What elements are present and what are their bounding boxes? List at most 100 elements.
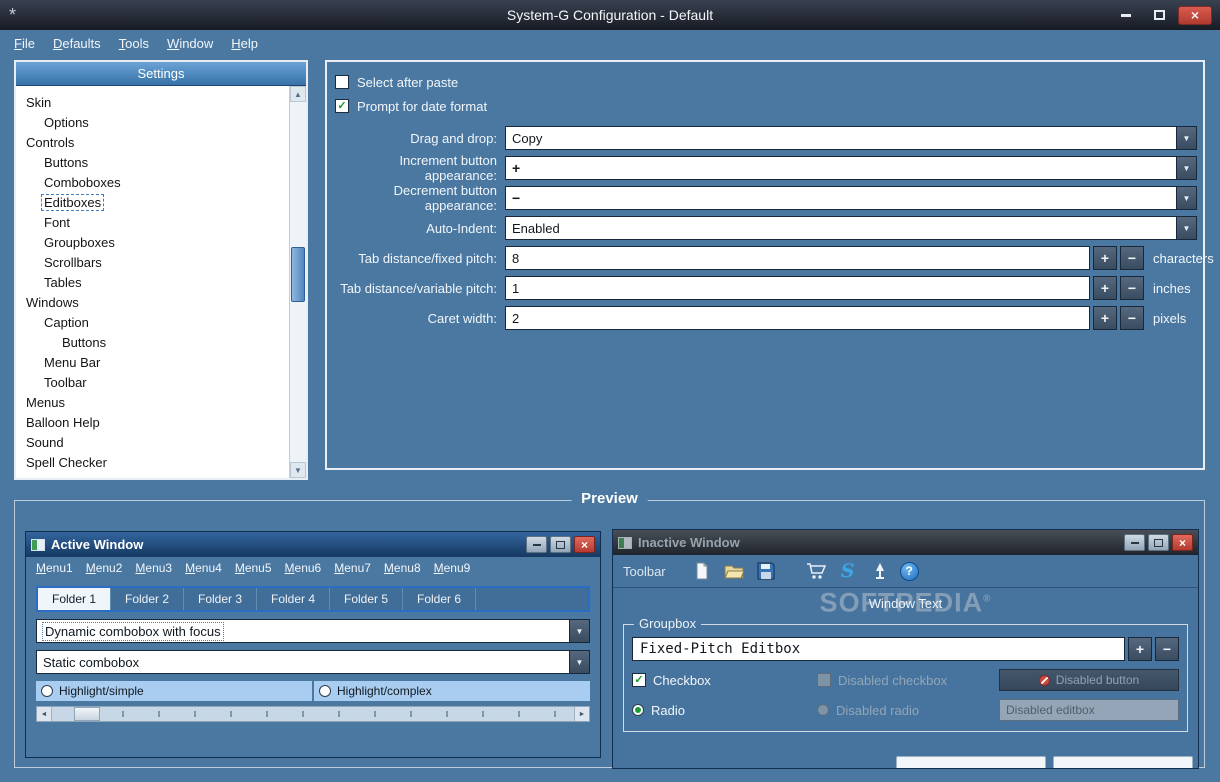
scroll-down-button[interactable]: ▼ — [290, 462, 306, 478]
menu-item-8[interactable]: Menu8 — [384, 561, 421, 575]
caret-width-minus-button[interactable]: − — [1120, 306, 1144, 330]
tree-item-options[interactable]: Options — [16, 113, 289, 133]
tree-item-spell-checker[interactable]: Spell Checker — [16, 453, 289, 473]
preview-checkbox[interactable]: ✓ — [632, 673, 646, 687]
tree-item-menu-bar[interactable]: Menu Bar — [16, 353, 289, 373]
lamp-icon[interactable] — [868, 558, 892, 584]
menu-item-2[interactable]: Menu2 — [86, 561, 123, 575]
tree-item-comboboxes[interactable]: Comboboxes — [16, 173, 289, 193]
help-icon[interactable]: ? — [899, 561, 919, 581]
close-button[interactable]: × — [1178, 5, 1212, 25]
tree-item-menus[interactable]: Menus — [16, 393, 289, 413]
slider-left-arrow[interactable]: ◄ — [37, 707, 52, 721]
caret-width-input[interactable]: 2 — [505, 306, 1090, 330]
menu-item-5[interactable]: Menu5 — [235, 561, 272, 575]
highlight-simple-option[interactable]: Highlight/simple — [36, 681, 312, 701]
chevron-down-icon[interactable]: ▼ — [569, 651, 589, 673]
new-document-icon[interactable] — [690, 558, 714, 584]
preview-slider[interactable]: ◄ ► — [36, 706, 590, 722]
tree-item-controls[interactable]: Controls — [16, 133, 289, 153]
tab-variable-plus-button[interactable]: + — [1093, 276, 1117, 300]
tree-item-font[interactable]: Font — [16, 213, 289, 233]
tree-item-scrollbars[interactable]: Scrollbars — [16, 253, 289, 273]
tree-item-skin[interactable]: Skin — [16, 93, 289, 113]
s-logo-icon[interactable]: S — [836, 558, 860, 584]
tree-item-balloon-help[interactable]: Balloon Help — [16, 413, 289, 433]
highlight-complex-option[interactable]: Highlight/complex — [314, 681, 590, 701]
tree-item-editboxes[interactable]: Editboxes — [16, 193, 289, 213]
caret-width-plus-button[interactable]: + — [1093, 306, 1117, 330]
menu-item-4[interactable]: Menu4 — [185, 561, 222, 575]
menu-window[interactable]: Window — [167, 36, 213, 51]
tab-fixed-plus-button[interactable]: + — [1093, 246, 1117, 270]
tree-item-caption[interactable]: Caption — [16, 313, 289, 333]
preview-radio[interactable] — [632, 704, 644, 716]
cart-icon[interactable] — [804, 558, 828, 584]
tree-item-tables[interactable]: Tables — [16, 273, 289, 293]
tab-fixed-input[interactable]: 8 — [505, 246, 1090, 270]
increment-appearance-dropdown[interactable]: + ▼ — [505, 156, 1197, 180]
partial-control[interactable] — [1053, 756, 1193, 768]
settings-scrollbar[interactable]: ▲ ▼ — [289, 86, 306, 478]
tab-folder-2[interactable]: Folder 2 — [111, 588, 184, 610]
tree-item-buttons[interactable]: Buttons — [16, 153, 289, 173]
open-folder-icon[interactable] — [722, 558, 746, 584]
tab-folder-3[interactable]: Folder 3 — [184, 588, 257, 610]
tree-item-groupboxes[interactable]: Groupboxes — [16, 233, 289, 253]
tab-variable-minus-button[interactable]: − — [1120, 276, 1144, 300]
select-after-paste-checkbox[interactable] — [335, 75, 349, 89]
tree-item-toolbar[interactable]: Toolbar — [16, 373, 289, 393]
tab-folder-4[interactable]: Folder 4 — [257, 588, 330, 610]
slider-right-arrow[interactable]: ► — [574, 707, 589, 721]
partial-control[interactable] — [896, 756, 1046, 768]
scrollbar-thumb[interactable] — [291, 247, 305, 302]
tree-item-windows[interactable]: Windows — [16, 293, 289, 313]
decrement-appearance-dropdown[interactable]: − ▼ — [505, 186, 1197, 210]
chevron-down-icon[interactable]: ▼ — [1176, 157, 1196, 179]
maximize-button[interactable] — [550, 536, 571, 553]
minimize-button[interactable] — [526, 536, 547, 553]
fixed-pitch-editbox[interactable]: Fixed-Pitch Editbox — [632, 637, 1125, 661]
menu-item-9[interactable]: Menu9 — [434, 561, 471, 575]
tree-item-caption-buttons[interactable]: Buttons — [16, 333, 289, 353]
tab-folder-1[interactable]: Folder 1 — [38, 588, 111, 610]
prompt-date-format-checkbox[interactable]: ✓ — [335, 99, 349, 113]
tab-fixed-minus-button[interactable]: − — [1120, 246, 1144, 270]
close-button[interactable]: × — [1172, 534, 1193, 551]
menu-item-6[interactable]: Menu6 — [285, 561, 322, 575]
menu-help[interactable]: Help — [231, 36, 258, 51]
scroll-up-button[interactable]: ▲ — [290, 86, 306, 102]
tab-variable-input[interactable]: 1 — [505, 276, 1090, 300]
menu-item-7[interactable]: Menu7 — [334, 561, 371, 575]
chevron-down-icon[interactable]: ▼ — [1176, 127, 1196, 149]
dynamic-combobox[interactable]: Dynamic combobox with focus ▼ — [36, 619, 590, 643]
maximize-button[interactable] — [1148, 534, 1169, 551]
static-combobox[interactable]: Static combobox ▼ — [36, 650, 590, 674]
active-window-titlebar[interactable]: Active Window × — [26, 532, 600, 557]
inactive-window-titlebar[interactable]: Inactive Window × — [613, 530, 1198, 555]
menu-tools[interactable]: Tools — [119, 36, 149, 51]
menu-defaults[interactable]: Defaults — [53, 36, 101, 51]
auto-indent-dropdown[interactable]: Enabled ▼ — [505, 216, 1197, 240]
chevron-down-icon[interactable]: ▼ — [569, 620, 589, 642]
menu-item-1[interactable]: Menu1 — [36, 561, 73, 575]
tree-item-sound[interactable]: Sound — [16, 433, 289, 453]
minimize-button[interactable] — [1124, 534, 1145, 551]
maximize-button[interactable] — [1145, 6, 1173, 25]
chevron-down-icon[interactable]: ▼ — [1176, 187, 1196, 209]
close-button[interactable]: × — [574, 536, 595, 553]
chevron-down-icon[interactable]: ▼ — [1176, 217, 1196, 239]
menu-item-3[interactable]: Menu3 — [135, 561, 172, 575]
menu-file[interactable]: File — [14, 36, 35, 51]
drag-drop-dropdown[interactable]: Copy ▼ — [505, 126, 1197, 150]
scrollbar-track[interactable] — [290, 102, 306, 462]
slider-track[interactable] — [52, 707, 574, 721]
editbox-plus-button[interactable]: + — [1128, 637, 1152, 661]
active-window-preview: Active Window × Menu1 Menu2 Menu3 Menu4 … — [25, 531, 601, 758]
tab-folder-6[interactable]: Folder 6 — [403, 588, 476, 610]
minimize-button[interactable] — [1112, 6, 1140, 25]
editbox-minus-button[interactable]: − — [1155, 637, 1179, 661]
tab-folder-5[interactable]: Folder 5 — [330, 588, 403, 610]
slider-thumb[interactable] — [74, 707, 100, 721]
save-icon[interactable] — [754, 558, 778, 584]
